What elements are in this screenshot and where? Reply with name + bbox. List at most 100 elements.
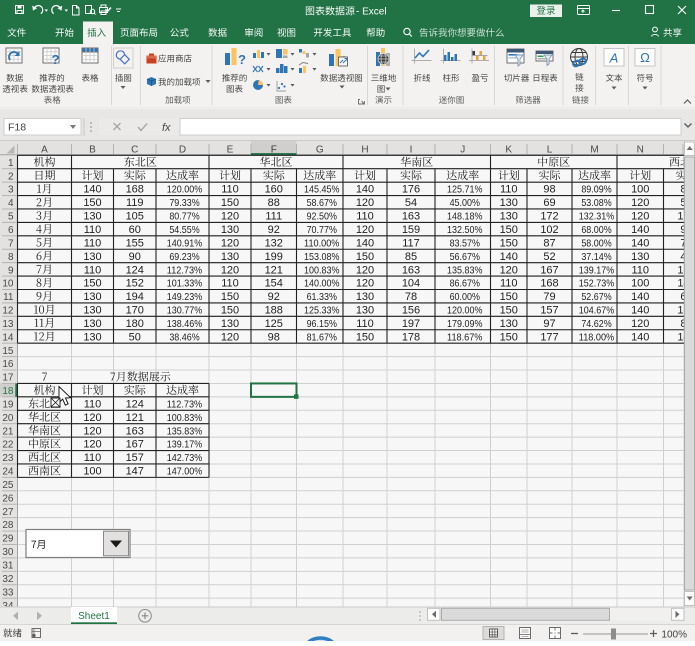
svg-text:140.00%: 140.00% xyxy=(304,278,339,290)
svg-text:140: 140 xyxy=(500,251,518,263)
svg-text:120: 120 xyxy=(83,412,101,424)
svg-text:150: 150 xyxy=(356,331,374,343)
svg-text:117: 117 xyxy=(402,237,420,249)
svg-text:132: 132 xyxy=(265,237,283,249)
svg-text:26: 26 xyxy=(2,493,14,504)
svg-text:110: 110 xyxy=(221,278,239,290)
svg-text:15: 15 xyxy=(2,346,14,357)
svg-text:163: 163 xyxy=(126,425,144,437)
svg-text:130: 130 xyxy=(221,224,239,236)
svg-text:98: 98 xyxy=(268,331,280,343)
svg-text:176: 176 xyxy=(402,184,420,196)
svg-text:140: 140 xyxy=(356,184,374,196)
svg-text:E: E xyxy=(227,145,234,156)
svg-text:130.77%: 130.77% xyxy=(167,305,202,317)
svg-text:85: 85 xyxy=(405,251,417,263)
svg-text:98: 98 xyxy=(543,184,555,196)
svg-text:130: 130 xyxy=(356,305,374,317)
svg-text:60: 60 xyxy=(129,224,141,236)
svg-text:110.00%: 110.00% xyxy=(304,237,339,249)
svg-text:157: 157 xyxy=(540,305,558,317)
svg-text:102: 102 xyxy=(540,224,558,236)
svg-text:130: 130 xyxy=(356,291,374,303)
svg-text:100.83%: 100.83% xyxy=(304,264,339,276)
svg-text:N: N xyxy=(637,145,644,156)
svg-text:168: 168 xyxy=(126,184,144,196)
svg-text:197: 197 xyxy=(402,318,420,330)
svg-text:110: 110 xyxy=(356,318,374,330)
svg-text:A: A xyxy=(41,145,48,156)
svg-text:3: 3 xyxy=(8,185,14,196)
svg-text:140: 140 xyxy=(83,184,101,196)
svg-text:97: 97 xyxy=(543,318,555,330)
svg-text:150: 150 xyxy=(500,305,518,317)
svg-text:C: C xyxy=(131,145,138,156)
svg-text:130: 130 xyxy=(631,251,649,263)
svg-text:130: 130 xyxy=(500,318,518,330)
svg-text:130: 130 xyxy=(221,251,239,263)
svg-text:168: 168 xyxy=(540,278,558,290)
svg-text:61.33%: 61.33% xyxy=(307,291,337,303)
svg-text:125.71%: 125.71% xyxy=(447,184,482,196)
svg-text:?: ? xyxy=(52,52,60,67)
svg-text:88: 88 xyxy=(268,197,280,209)
svg-text:33: 33 xyxy=(2,587,14,598)
svg-text:150: 150 xyxy=(356,251,374,263)
svg-text:147.00%: 147.00% xyxy=(167,466,202,478)
svg-text:17: 17 xyxy=(2,373,14,384)
svg-text:111: 111 xyxy=(265,211,282,223)
svg-text:J: J xyxy=(460,145,465,156)
svg-text:101.33%: 101.33% xyxy=(167,278,202,290)
svg-text:120: 120 xyxy=(221,264,239,276)
svg-text:121: 121 xyxy=(265,264,283,276)
svg-text:188: 188 xyxy=(265,305,283,317)
svg-text:120: 120 xyxy=(221,211,239,223)
svg-text:178: 178 xyxy=(402,331,420,343)
svg-text:18: 18 xyxy=(2,386,14,397)
svg-text:150: 150 xyxy=(500,331,518,343)
svg-text:83.57%: 83.57% xyxy=(450,237,480,249)
svg-text:22: 22 xyxy=(2,440,14,451)
svg-text:100: 100 xyxy=(83,466,101,478)
svg-text:150: 150 xyxy=(500,224,518,236)
svg-text:140.91%: 140.91% xyxy=(167,237,202,249)
svg-text:45.00%: 45.00% xyxy=(450,197,480,209)
svg-text:52.67%: 52.67% xyxy=(581,291,611,303)
svg-text:D: D xyxy=(179,145,186,156)
svg-text:142.73%: 142.73% xyxy=(167,452,202,464)
svg-text:120: 120 xyxy=(631,197,649,209)
svg-text:10: 10 xyxy=(2,279,14,290)
svg-text:155: 155 xyxy=(126,237,144,249)
svg-text:110: 110 xyxy=(631,264,649,276)
svg-text:31: 31 xyxy=(2,561,14,572)
svg-text:157: 157 xyxy=(126,452,144,464)
svg-text:150: 150 xyxy=(83,278,101,290)
svg-text:Ω: Ω xyxy=(640,50,650,65)
svg-text:159: 159 xyxy=(402,224,420,236)
svg-text:153.08%: 153.08% xyxy=(304,251,339,263)
svg-text:138.46%: 138.46% xyxy=(167,318,202,330)
svg-text:135.83%: 135.83% xyxy=(447,264,482,276)
svg-text:79.33%: 79.33% xyxy=(169,197,199,209)
svg-text:53.08%: 53.08% xyxy=(581,197,611,209)
svg-text:130: 130 xyxy=(83,305,101,317)
svg-text:96.15%: 96.15% xyxy=(307,318,337,330)
svg-text:23: 23 xyxy=(2,453,14,464)
svg-text:L: L xyxy=(547,145,553,156)
svg-text:60.00%: 60.00% xyxy=(450,291,480,303)
svg-text:6: 6 xyxy=(8,225,14,236)
svg-text:120: 120 xyxy=(356,278,374,290)
svg-text:120: 120 xyxy=(631,318,649,330)
svg-text:105: 105 xyxy=(126,211,144,223)
svg-text:79: 79 xyxy=(543,291,555,303)
svg-text:150: 150 xyxy=(221,197,239,209)
svg-text:4: 4 xyxy=(8,198,14,209)
svg-text:27: 27 xyxy=(2,507,14,518)
svg-text:120: 120 xyxy=(500,264,518,276)
svg-text:163: 163 xyxy=(402,211,420,223)
svg-text:120: 120 xyxy=(83,439,101,451)
svg-text:28: 28 xyxy=(2,520,14,531)
svg-text:150: 150 xyxy=(500,237,518,249)
svg-text:52: 52 xyxy=(543,251,555,263)
svg-text:140: 140 xyxy=(356,237,374,249)
